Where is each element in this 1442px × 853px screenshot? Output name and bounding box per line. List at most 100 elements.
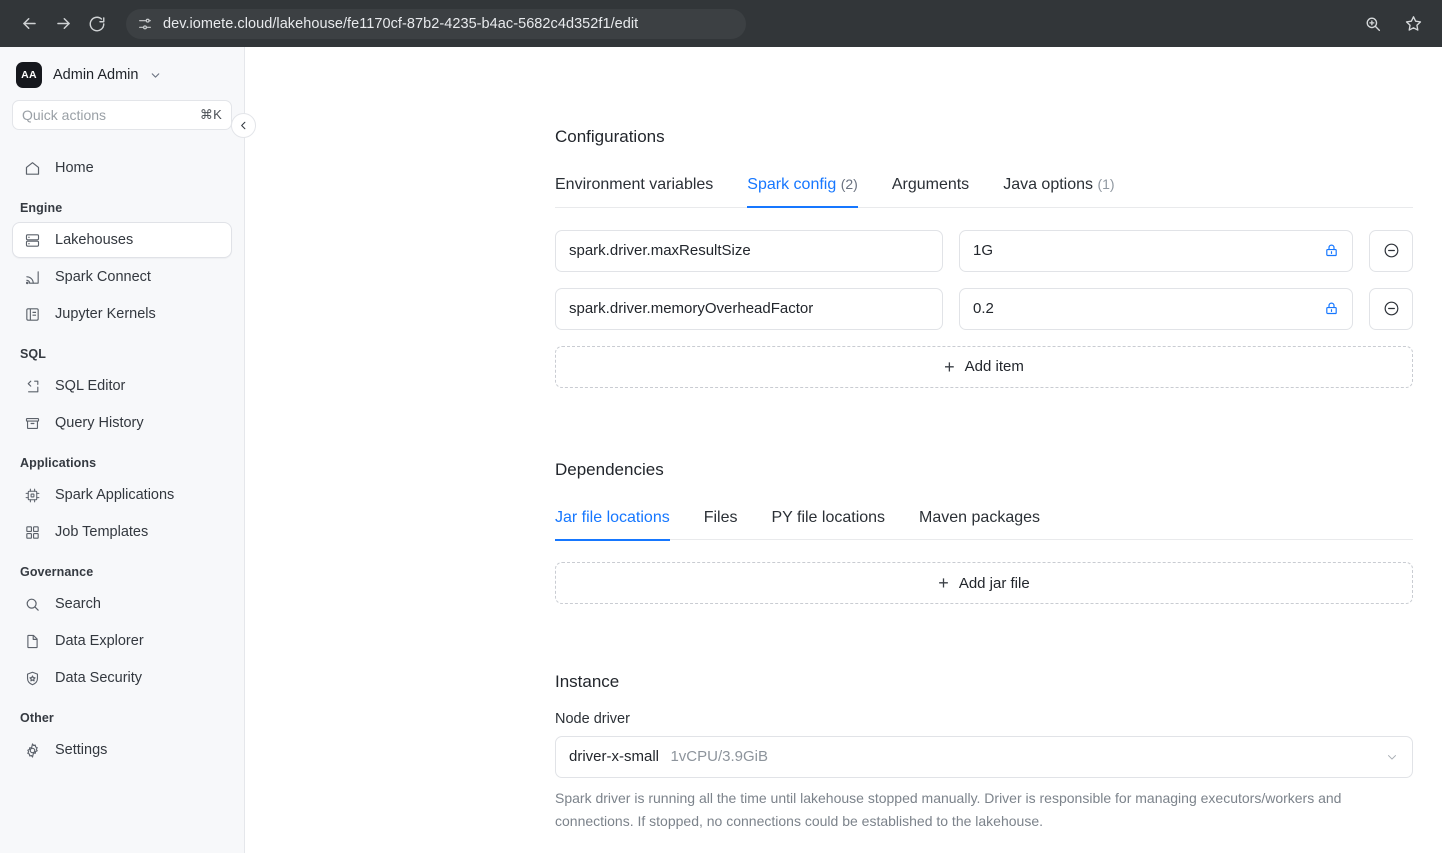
add-item-label: Add item [964,358,1024,375]
back-button[interactable] [14,9,44,39]
zoom-icon[interactable] [1358,9,1388,39]
sidebar-item-label: Job Templates [55,524,149,540]
toolbar-actions [1358,0,1428,47]
lock-icon[interactable] [1324,243,1339,258]
tab-files[interactable]: Files [704,509,738,541]
sidebar-item-label: Data Security [55,670,143,686]
add-jar-file-label: Add jar file [958,574,1030,592]
remove-spark-config-button[interactable] [1369,287,1413,330]
node-driver-label: Node driver [555,711,630,727]
sidebar-item-data-explorer[interactable]: Data Explorer [12,623,232,659]
grid-icon [23,523,41,541]
spark-config-key-input[interactable]: spark.driver.maxResultSize [555,229,943,272]
remove-spark-config-button[interactable] [1369,229,1413,272]
gear-icon [23,741,41,759]
spark-config-row: spark.driver.maxResultSize 1G [555,229,1413,272]
sidebar-item-label: Data Explorer [55,633,144,649]
sidebar-section-engine: Engine [20,201,63,215]
quick-actions-input[interactable]: Quick actions ⌘K [12,100,232,130]
tab-count: (1) [1097,176,1115,192]
node-driver-helper-text: Spark driver is running all the time unt… [555,790,1342,829]
forward-button[interactable] [48,9,78,39]
address-bar[interactable]: dev.iomete.cloud/lakehouse/fe1170cf-87b2… [126,8,746,39]
sidebar-item-label: Lakehouses [55,232,134,248]
tab-label: Spark config [747,176,837,193]
spark-connect-icon [23,268,41,286]
archive-icon [23,414,41,432]
sidebar-item-label: Query History [55,415,144,431]
sidebar-item-settings[interactable]: Settings [12,732,232,768]
sidebar-item-label: Settings [55,742,108,758]
tab-maven-packages[interactable]: Maven packages [919,509,1040,541]
spark-config-row: spark.driver.memoryOverheadFactor 0.2 [555,287,1413,330]
quick-actions-shortcut: ⌘K [199,107,222,122]
sidebar-section-governance: Governance [20,565,94,579]
sidebar-item-spark-applications[interactable]: Spark Applications [12,477,232,513]
add-item-button[interactable]: + Add item [555,345,1413,388]
sidebar-item-label: Jupyter Kernels [55,306,156,322]
node-driver-spec: 1vCPU/3.9GiB [670,748,768,765]
sidebar-section-sql: SQL [20,347,46,361]
sidebar-item-data-security[interactable]: Data Security [12,660,232,696]
tab-arguments[interactable]: Arguments [892,176,969,208]
add-jar-file-button[interactable]: + Add jar file [555,562,1413,604]
tab-label: Arguments [891,176,970,193]
spark-config-value-input[interactable]: 1G [959,229,1353,272]
node-driver-select[interactable]: driver-x-small 1vCPU/3.9GiB [555,736,1413,778]
user-name: Admin Admin [53,67,139,83]
dependencies-tabs: Jar file locations Files PY file locatio… [555,509,1413,541]
shield-icon [23,669,41,687]
sidebar-item-label: SQL Editor [55,378,126,394]
spark-config-key-value: spark.driver.memoryOverheadFactor [569,300,814,317]
configurations-tabs: Environment variables Spark config (2) A… [555,176,1413,208]
avatar: AA [16,62,42,88]
sidebar-item-label: Home [55,160,94,176]
tab-java-options[interactable]: Java options (1) [1003,176,1114,208]
spark-config-key-input[interactable]: spark.driver.memoryOverheadFactor [555,287,943,330]
sidebar-item-search[interactable]: Search [12,586,232,622]
sidebar-nav: Home Engine Lakehouses Spark Connect Jup… [12,150,232,768]
tab-py-file-locations[interactable]: PY file locations [772,509,886,541]
tab-label: Maven packages [919,508,1041,526]
tab-jar-file-locations[interactable]: Jar file locations [555,509,670,541]
tab-count: (2) [840,176,858,192]
search-icon [23,595,41,613]
sidebar-item-home[interactable]: Home [12,150,232,186]
sidebar-item-job-templates[interactable]: Job Templates [12,514,232,550]
quick-actions-placeholder: Quick actions [22,107,107,123]
code-icon [23,377,41,395]
app-shell: AA Admin Admin Quick actions ⌘K Home Eng… [0,47,1442,853]
tab-environment-variables[interactable]: Environment variables [555,176,713,208]
tab-label: Java options [1003,176,1094,193]
chip-icon [23,486,41,504]
spark-config-value-input[interactable]: 0.2 [959,287,1353,330]
tab-spark-config[interactable]: Spark config (2) [747,176,858,208]
sidebar-item-jupyter-kernels[interactable]: Jupyter Kernels [12,296,232,332]
sidebar-item-label: Spark Applications [55,487,175,503]
sidebar-item-query-history[interactable]: Query History [12,405,232,441]
node-driver-value: driver-x-small [569,748,659,765]
url-text: dev.iomete.cloud/lakehouse/fe1170cf-87b2… [163,15,639,32]
sidebar-item-label: Search [55,596,101,612]
spark-config-value-text: 1G [973,242,994,259]
database-icon [23,231,41,249]
chevron-down-icon [149,69,162,82]
sidebar: AA Admin Admin Quick actions ⌘K Home Eng… [0,47,245,853]
reload-button[interactable] [82,9,112,39]
sidebar-collapse-button[interactable] [231,113,256,138]
sidebar-item-lakehouses[interactable]: Lakehouses [12,222,232,258]
sidebar-item-spark-connect[interactable]: Spark Connect [12,259,232,295]
user-menu[interactable]: AA Admin Admin [12,47,232,100]
plus-icon: + [944,356,955,377]
dependencies-title: Dependencies [555,459,664,479]
notebook-icon [23,305,41,323]
star-icon[interactable] [1398,9,1428,39]
sidebar-section-applications: Applications [20,456,97,470]
minus-circle-icon [1384,301,1398,316]
sidebar-item-sql-editor[interactable]: SQL Editor [12,368,232,404]
lock-icon[interactable] [1324,301,1339,316]
site-settings-icon[interactable] [137,16,153,32]
plus-icon: + [938,573,949,593]
